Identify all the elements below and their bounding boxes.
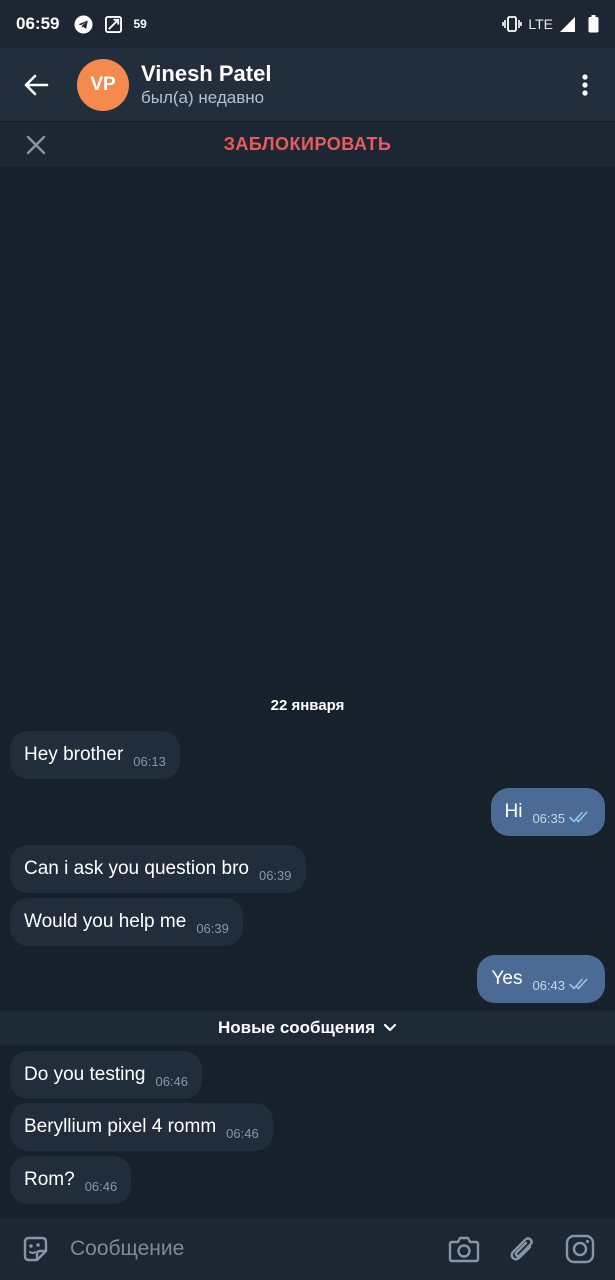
notification-count: 59: [133, 17, 147, 31]
message-text: Yes: [491, 968, 523, 989]
camera-button[interactable]: [435, 1218, 493, 1280]
contact-status: был(а) недавно: [141, 87, 265, 107]
double-check-icon: [569, 978, 591, 990]
message-incoming[interactable]: Would you help me 06:39: [10, 898, 243, 946]
message-time: 06:46: [84, 1178, 118, 1194]
message-time: 06:13: [133, 753, 166, 769]
new-messages-divider[interactable]: Новые сообщения: [0, 1011, 615, 1045]
message-incoming[interactable]: Hey brother 06:13: [10, 731, 180, 779]
message-text: Can i ask you question bro: [24, 858, 249, 879]
avatar[interactable]: VP: [77, 58, 129, 111]
message-time: 06:39: [258, 867, 292, 883]
back-button[interactable]: [0, 48, 72, 121]
attach-button[interactable]: [493, 1218, 551, 1280]
close-block-bar-button[interactable]: [0, 122, 72, 168]
double-check-icon: [569, 811, 591, 823]
message-outgoing[interactable]: Hi 06:35: [490, 788, 605, 836]
status-bar: 06:59 59 LTE: [0, 0, 615, 48]
contact-name: Vinesh Patel: [141, 60, 272, 86]
battery-icon: [588, 15, 599, 33]
block-button[interactable]: ЗАБЛОКИРОВАТЬ: [0, 134, 615, 155]
message-text: Rom?: [24, 1169, 75, 1190]
message-time: 06:46: [226, 1125, 259, 1141]
message-text: Beryllium pixel 4 romm: [24, 1116, 217, 1137]
message-input[interactable]: [70, 1218, 435, 1280]
message-time: 06:35: [532, 810, 565, 826]
status-time: 06:59: [16, 14, 60, 33]
instagram-camera-button[interactable]: [551, 1218, 609, 1280]
paperclip-icon: [510, 1237, 533, 1261]
message-text: Do you testing: [24, 1064, 146, 1085]
telegram-icon: [73, 14, 93, 34]
screen-share-icon: [103, 14, 123, 34]
message-time: 06:46: [155, 1073, 189, 1089]
message-incoming[interactable]: Do you testing 06:46: [10, 1051, 203, 1099]
chevron-down-icon: [383, 1023, 397, 1033]
network-type: LTE: [528, 16, 553, 32]
message-incoming[interactable]: Rom? 06:46: [10, 1156, 132, 1204]
message-time: 06:43: [532, 977, 565, 993]
message-composer: [0, 1218, 615, 1280]
close-icon: [26, 135, 46, 154]
block-bar: ЗАБЛОКИРОВАТЬ: [0, 121, 615, 167]
signal-icon: [559, 16, 576, 33]
chat-header: VP Vinesh Patel был(а) недавно: [0, 48, 615, 121]
video-message-icon: [565, 1234, 595, 1264]
arrow-left-icon: [24, 74, 49, 95]
camera-icon: [448, 1236, 480, 1263]
chat-title[interactable]: Vinesh Patel был(а) недавно: [141, 61, 271, 109]
new-messages-label: Новые сообщения: [218, 1018, 375, 1037]
sticker-button[interactable]: [0, 1218, 70, 1280]
vibrate-icon: [502, 14, 523, 34]
message-text: Hi: [504, 801, 523, 822]
message-incoming[interactable]: Beryllium pixel 4 romm 06:46: [10, 1103, 273, 1151]
message-time: 06:39: [196, 920, 229, 936]
more-vertical-icon: [582, 73, 588, 96]
more-menu-button[interactable]: [555, 48, 615, 121]
sticker-icon: [23, 1236, 48, 1262]
message-outgoing[interactable]: Yes 06:43: [477, 955, 605, 1003]
date-separator: 22 января: [270, 697, 345, 714]
message-text: Hey brother: [24, 744, 124, 765]
message-incoming[interactable]: Can i ask you question bro 06:39: [10, 845, 306, 893]
message-text: Would you help me: [24, 911, 187, 932]
